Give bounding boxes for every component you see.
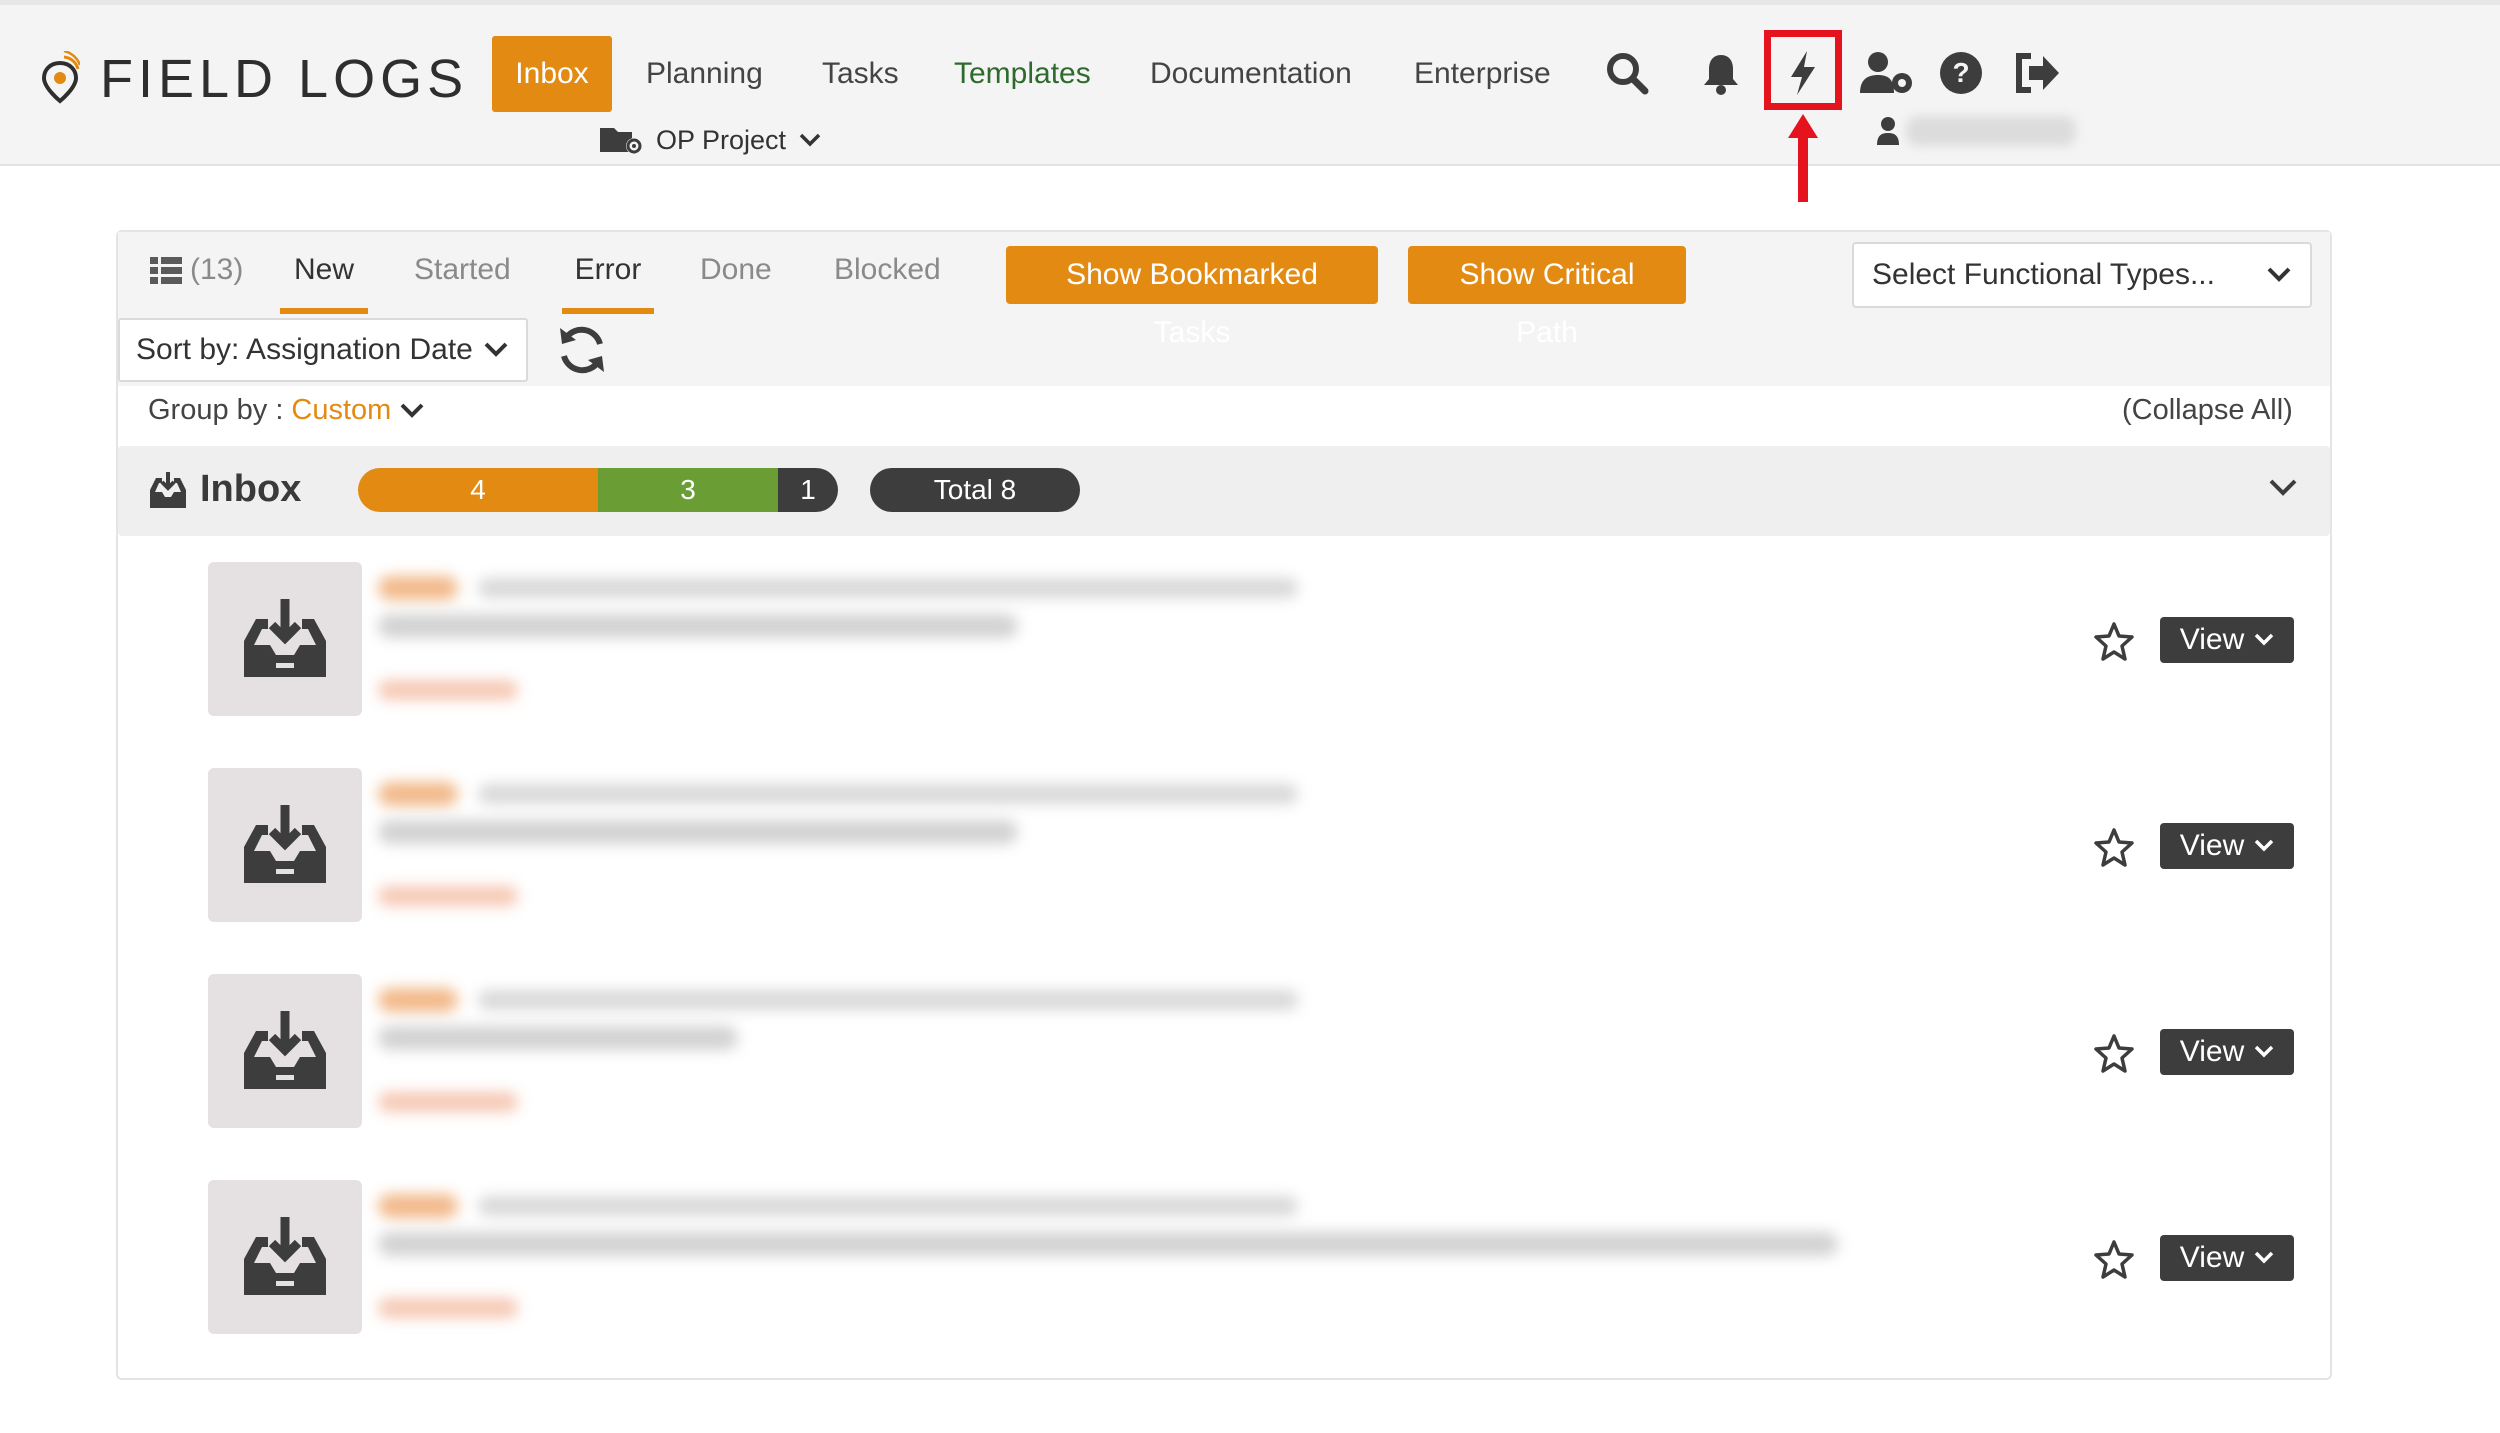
chevron-down-icon	[2267, 267, 2291, 282]
redacted-status	[378, 1092, 518, 1112]
view-label: View	[2179, 1035, 2245, 1068]
search-icon[interactable]	[1596, 42, 1658, 104]
chevron-down-icon	[400, 403, 424, 418]
inbox-download-icon	[244, 805, 326, 883]
progress-segment-error: 1	[778, 468, 838, 512]
bookmark-star-icon[interactable]	[2092, 1032, 2136, 1076]
project-selector[interactable]: OP Project	[598, 124, 822, 156]
group-by-label: Group by :	[148, 394, 284, 426]
redacted-tag	[378, 782, 458, 806]
redacted-title	[378, 1026, 738, 1050]
redacted-status	[378, 680, 518, 700]
folder-settings-icon	[600, 128, 642, 154]
total-badge: Total 8	[870, 468, 1080, 512]
redacted-title	[378, 1232, 1838, 1256]
group-by-control[interactable]: Group by : Custom	[148, 394, 425, 427]
arrow-up-icon	[1788, 114, 1818, 202]
sort-label: Sort by: Assignation Date	[136, 333, 473, 366]
view-button[interactable]: View	[2160, 617, 2294, 663]
tab-new[interactable]: New	[280, 248, 368, 314]
user-name-redacted	[1906, 116, 2076, 146]
task-thumbnail	[208, 562, 362, 716]
nav-tasks[interactable]: Tasks	[800, 36, 921, 112]
redacted-status	[378, 886, 518, 906]
chevron-down-icon	[2254, 1045, 2274, 1058]
view-label: View	[2179, 623, 2245, 656]
functional-types-select[interactable]: Select Functional Types...	[1852, 242, 2312, 308]
list-icon	[150, 257, 182, 284]
task-thumbnail	[208, 1180, 362, 1334]
inbox-title-text: Inbox	[200, 468, 302, 510]
inbox-progress-bar: 4 3 1	[358, 468, 838, 512]
view-button[interactable]: View	[2160, 1235, 2294, 1281]
task-thumbnail	[208, 768, 362, 922]
list-count: (13)	[190, 253, 244, 286]
logout-icon[interactable]	[2006, 42, 2068, 104]
group-by-value: Custom	[291, 394, 392, 426]
inbox-download-icon	[244, 1217, 326, 1295]
redacted-title	[378, 820, 1018, 844]
redacted-meta	[478, 784, 1298, 804]
redacted-meta	[478, 990, 1298, 1010]
chevron-down-icon	[799, 133, 821, 147]
tab-error[interactable]: Error	[562, 248, 654, 314]
help-icon[interactable]: ?	[1930, 42, 1992, 104]
inbox-icon	[150, 471, 186, 508]
progress-segment-new: 4	[358, 468, 598, 512]
project-name: OP Project	[656, 124, 787, 155]
redacted-tag	[378, 1194, 458, 1218]
svg-text:?: ?	[1952, 57, 1969, 88]
redacted-tag	[378, 988, 458, 1012]
inbox-download-icon	[244, 1011, 326, 1089]
show-bookmarked-button[interactable]: Show Bookmarked Tasks	[1006, 246, 1378, 349]
redacted-meta	[478, 578, 1298, 598]
chevron-down-icon	[2254, 839, 2274, 852]
location-signal-icon	[41, 51, 80, 104]
bell-icon[interactable]	[1690, 42, 1752, 104]
highlight-box	[1764, 30, 1842, 110]
inbox-download-icon	[244, 599, 326, 677]
task-row[interactable]: View	[118, 768, 2330, 928]
refresh-icon[interactable]	[554, 322, 610, 378]
redacted-status	[378, 1298, 518, 1318]
redacted-title	[378, 614, 1018, 638]
task-thumbnail	[208, 974, 362, 1128]
chevron-down-icon	[484, 342, 508, 357]
app-logo[interactable]: FIELD LOGS	[40, 48, 468, 110]
tab-blocked[interactable]: Blocked	[824, 248, 951, 314]
task-row[interactable]: View	[118, 562, 2330, 722]
chevron-down-icon	[2254, 1251, 2274, 1264]
redacted-meta	[478, 1196, 1298, 1216]
chevron-down-icon	[2254, 633, 2274, 646]
bookmark-star-icon[interactable]	[2092, 1238, 2136, 1282]
task-row[interactable]: View	[118, 974, 2330, 1134]
logo-text: FIELD LOGS	[100, 49, 469, 109]
nav-documentation[interactable]: Documentation	[1128, 36, 1374, 112]
nav-planning[interactable]: Planning	[624, 36, 785, 112]
tab-list-all[interactable]: (13)	[140, 248, 253, 314]
tab-started[interactable]: Started	[404, 248, 521, 314]
show-critical-path-button[interactable]: Show Critical Path	[1408, 246, 1686, 349]
user-settings-icon[interactable]	[1852, 42, 1922, 104]
sort-select[interactable]: Sort by: Assignation Date	[118, 318, 528, 382]
nav-templates[interactable]: Templates	[932, 36, 1113, 112]
bookmark-star-icon[interactable]	[2092, 826, 2136, 870]
inbox-group-title: Inbox	[148, 468, 301, 511]
task-row[interactable]: View	[118, 1180, 2330, 1340]
redacted-tag	[378, 576, 458, 600]
view-button[interactable]: View	[2160, 1029, 2294, 1075]
nav-inbox[interactable]: Inbox	[492, 36, 612, 112]
user-icon	[1877, 117, 1899, 145]
chevron-down-icon[interactable]	[2268, 478, 2298, 498]
collapse-all-link[interactable]: (Collapse All)	[2122, 394, 2293, 427]
view-label: View	[2179, 829, 2245, 862]
view-label: View	[2179, 1241, 2245, 1274]
progress-segment-started: 3	[598, 468, 778, 512]
functional-types-placeholder: Select Functional Types...	[1872, 258, 2215, 291]
view-button[interactable]: View	[2160, 823, 2294, 869]
bookmark-star-icon[interactable]	[2092, 620, 2136, 664]
tab-done[interactable]: Done	[690, 248, 782, 314]
nav-enterprise[interactable]: Enterprise	[1392, 36, 1573, 112]
